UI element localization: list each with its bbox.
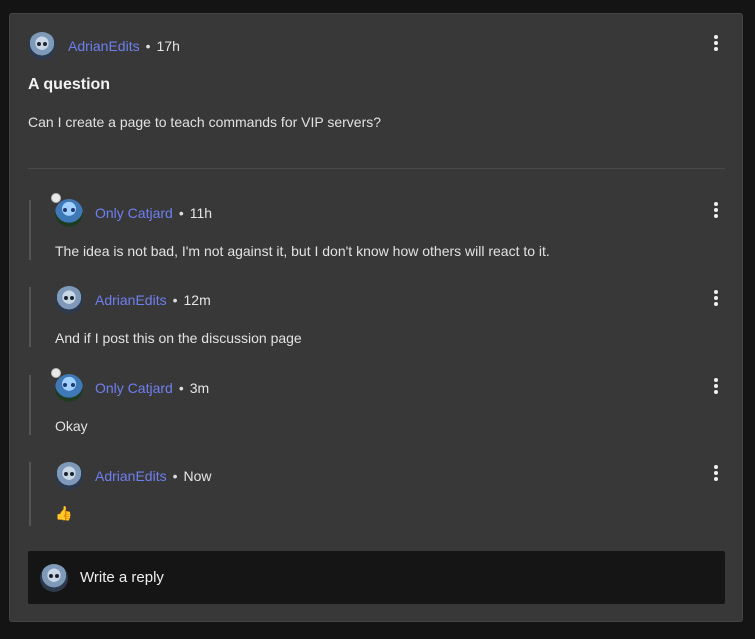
avatar-badge-icon: [51, 368, 61, 378]
meta-separator: •: [178, 380, 184, 396]
reply-thread-line: [29, 462, 31, 526]
reply-header: Only Catjard • 11h: [51, 193, 213, 227]
reply-input-placeholder[interactable]: Write a reply: [80, 569, 164, 586]
post-header: AdrianEdits • 17h: [28, 32, 180, 60]
reply-header: AdrianEdits • Now: [55, 462, 212, 490]
reply-body: And if I post this on the discussion pag…: [55, 330, 302, 346]
reply-author-avatar[interactable]: [51, 193, 83, 227]
meta-separator: •: [178, 205, 184, 221]
avatar-badge-icon: [51, 193, 61, 203]
reply-header: Only Catjard • 3m: [51, 368, 210, 402]
divider: [28, 168, 725, 169]
reply-header: AdrianEdits • 12m: [55, 286, 211, 314]
composer-avatar: [40, 563, 68, 592]
post-author-avatar[interactable]: [28, 32, 56, 60]
reply-time: 3m: [189, 380, 210, 396]
reply-more-vertical-icon[interactable]: [707, 201, 725, 219]
reply-time: 11h: [189, 205, 213, 221]
reply-author-avatar[interactable]: [55, 286, 83, 314]
reply-time: Now: [183, 468, 212, 484]
reply-author-avatar[interactable]: [55, 462, 83, 490]
reply-more-vertical-icon[interactable]: [707, 377, 725, 395]
reply-time: 12m: [183, 292, 211, 308]
reply-body: The idea is not bad, I'm not against it,…: [55, 243, 550, 259]
post-title: A question: [28, 76, 111, 93]
post-author-link[interactable]: AdrianEdits: [68, 38, 140, 54]
reply-body: Okay: [55, 418, 88, 434]
reply-author-link[interactable]: Only Catjard: [95, 380, 173, 396]
post-body: Can I create a page to teach commands fo…: [28, 114, 382, 130]
meta-separator: •: [172, 292, 178, 308]
post-more-vertical-icon[interactable]: [707, 34, 725, 52]
reply-thread-line: [29, 200, 31, 260]
meta-separator: •: [145, 38, 151, 54]
discussion-card: AdrianEdits • 17h A question Can I creat…: [9, 13, 743, 622]
reply-author-avatar[interactable]: [51, 368, 83, 402]
reply-more-vertical-icon[interactable]: [707, 464, 725, 482]
reply-author-link[interactable]: AdrianEdits: [95, 468, 167, 484]
reply-author-link[interactable]: AdrianEdits: [95, 292, 167, 308]
reply-author-link[interactable]: Only Catjard: [95, 205, 173, 221]
post-time: 17h: [156, 38, 180, 54]
reply-composer[interactable]: Write a reply: [28, 551, 725, 604]
reply-thread-line: [29, 375, 31, 435]
reply-more-vertical-icon[interactable]: [707, 289, 725, 307]
reply-thread-line: [29, 287, 31, 347]
reply-body-thumbs-up-icon: 👍: [55, 505, 73, 521]
meta-separator: •: [172, 468, 178, 484]
